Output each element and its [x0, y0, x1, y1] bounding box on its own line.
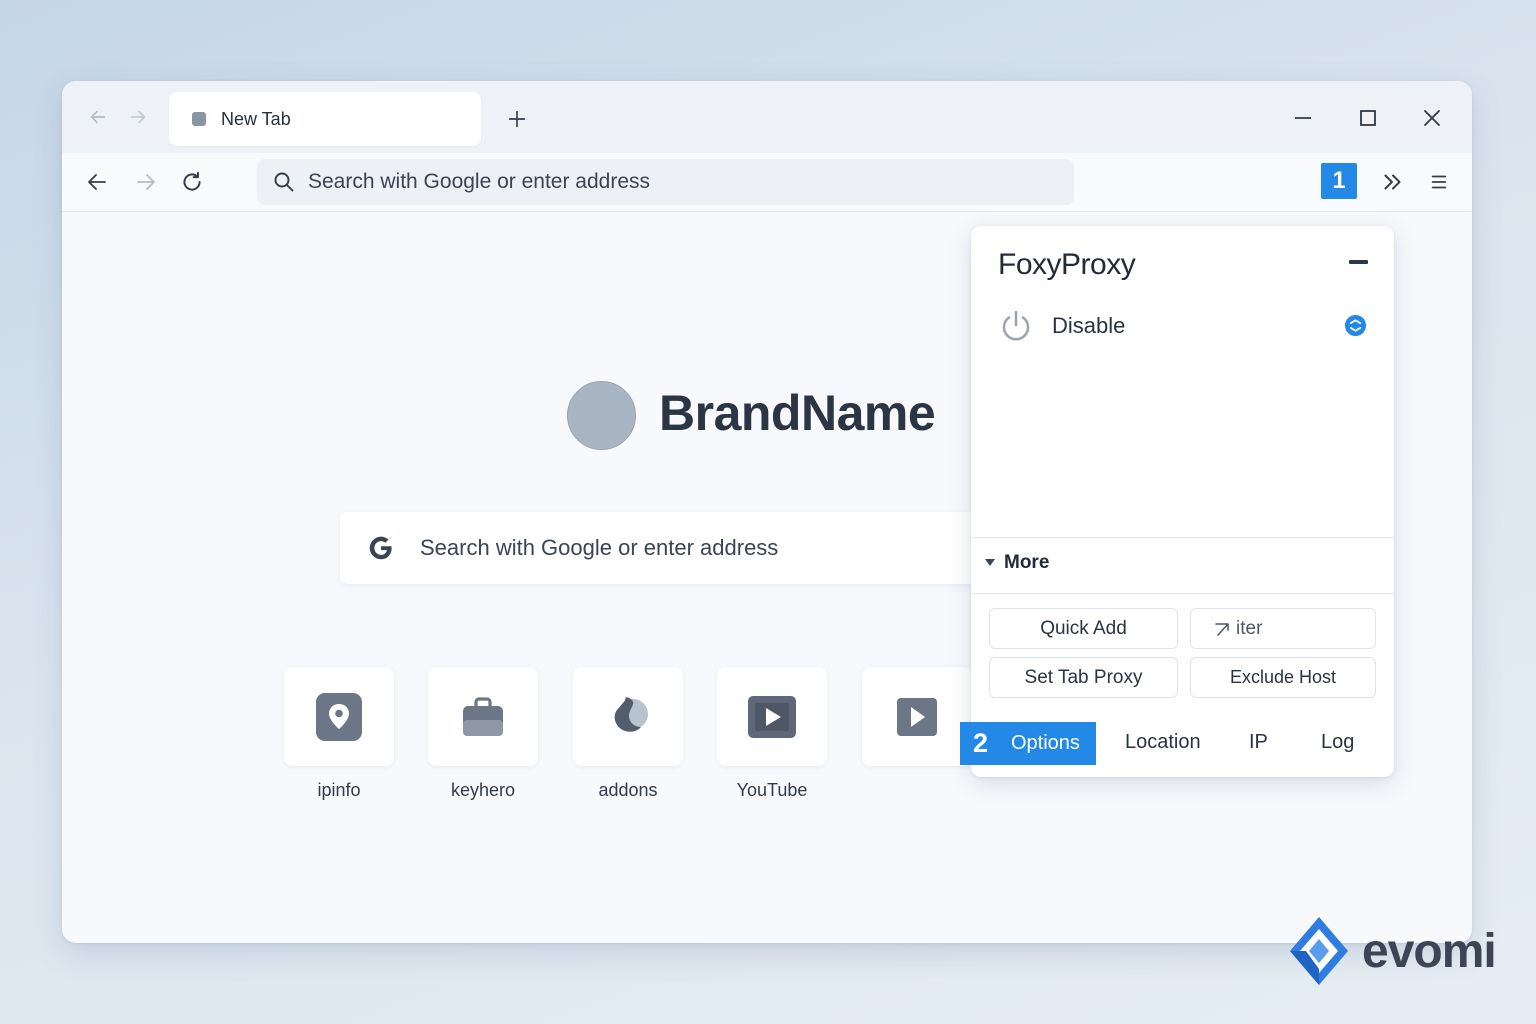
new-tab-plus-icon[interactable] — [504, 106, 530, 132]
address-bar-placeholder: Search with Google or enter address — [308, 170, 651, 193]
new-tab-search-box[interactable]: Search with Google or enter address — [340, 512, 1060, 584]
filter-button[interactable]: iter — [1190, 608, 1376, 649]
maximize-icon[interactable] — [1353, 103, 1383, 133]
proxy-option-disable[interactable]: Disable — [998, 306, 1368, 346]
popup-title: FoxyProxy — [998, 248, 1136, 281]
close-icon[interactable] — [1417, 103, 1447, 133]
evomi-wordmark: evomi — [1362, 924, 1497, 978]
popup-minimize-icon[interactable] — [1349, 260, 1368, 264]
shortcut-tile[interactable] — [862, 667, 972, 780]
briefcase-icon — [463, 696, 503, 736]
address-bar[interactable]: Search with Google or enter address — [257, 159, 1074, 205]
play-icon — [897, 697, 937, 736]
quick-add-button[interactable]: Quick Add — [989, 608, 1178, 649]
search-icon — [274, 172, 294, 192]
location-tab[interactable]: Location — [1125, 731, 1201, 754]
set-tab-proxy-button[interactable]: Set Tab Proxy — [989, 657, 1178, 698]
tab-favicon-icon — [192, 112, 206, 126]
location-pin-icon — [316, 692, 362, 741]
options-tab[interactable]: 2 Options — [960, 722, 1096, 765]
tab-back-icon[interactable] — [86, 105, 110, 129]
shortcut-tile-keyhero[interactable]: keyhero — [428, 667, 538, 801]
nav-toolbar: Search with Google or enter address 1 — [62, 153, 1472, 212]
more-label: More — [1004, 552, 1050, 573]
selected-radio-icon[interactable] — [1344, 314, 1367, 337]
evomi-watermark: evomi — [1286, 914, 1516, 988]
tab-title: New Tab — [221, 108, 291, 129]
reload-icon[interactable] — [178, 168, 206, 196]
options-label: Options — [1011, 732, 1080, 754]
log-tab[interactable]: Log — [1321, 731, 1354, 754]
shortcut-tile-addons[interactable]: addons — [573, 667, 683, 801]
more-toggle[interactable]: More — [985, 552, 1049, 574]
shortcut-label: ipinfo — [317, 780, 361, 800]
power-icon — [1002, 310, 1030, 341]
shortcut-label: keyhero — [450, 780, 516, 800]
new-tab-search-placeholder: Search with Google or enter address — [420, 535, 779, 560]
brand-name: BrandName — [659, 385, 936, 441]
filter-button-label: iter — [1236, 617, 1263, 639]
tab-new-tab[interactable]: New Tab — [169, 92, 481, 146]
forward-icon[interactable] — [133, 169, 159, 195]
foxyproxy-popup: FoxyProxy Disable More Quick Add iter Se… — [960, 226, 1394, 777]
shortcut-label: addons — [598, 780, 658, 800]
caret-down-icon — [985, 559, 995, 566]
step-number-badge: 2 — [973, 728, 989, 758]
foxyproxy-extension-button[interactable]: 1 — [1321, 163, 1357, 199]
exclude-host-button[interactable]: Exclude Host — [1190, 657, 1376, 698]
proxy-option-label: Disable — [1052, 313, 1126, 338]
ip-tab[interactable]: IP — [1249, 731, 1268, 754]
filter-arrow-icon — [1215, 622, 1229, 636]
evomi-logo-icon — [1290, 917, 1348, 985]
shortcut-tile-ipinfo[interactable]: ipinfo — [284, 667, 394, 801]
popup-divider — [971, 593, 1394, 594]
popup-divider — [971, 537, 1394, 538]
minimize-icon[interactable] — [1288, 103, 1318, 133]
tab-strip: New Tab — [62, 81, 1472, 153]
play-icon — [748, 695, 796, 738]
google-g-icon — [369, 536, 392, 560]
overflow-chevrons-icon[interactable] — [1379, 168, 1407, 196]
puzzle-drop-icon — [614, 696, 648, 732]
shortcut-tile-youtube[interactable]: YouTube — [717, 667, 827, 801]
back-icon[interactable] — [84, 169, 110, 195]
popup-bottom-nav: 2 Options Location IP Log — [960, 722, 1394, 766]
menu-hamburger-icon[interactable] — [1426, 169, 1452, 195]
tab-forward-icon[interactable] — [126, 105, 150, 129]
brand-logo — [567, 381, 636, 450]
shortcut-label: YouTube — [736, 780, 808, 800]
